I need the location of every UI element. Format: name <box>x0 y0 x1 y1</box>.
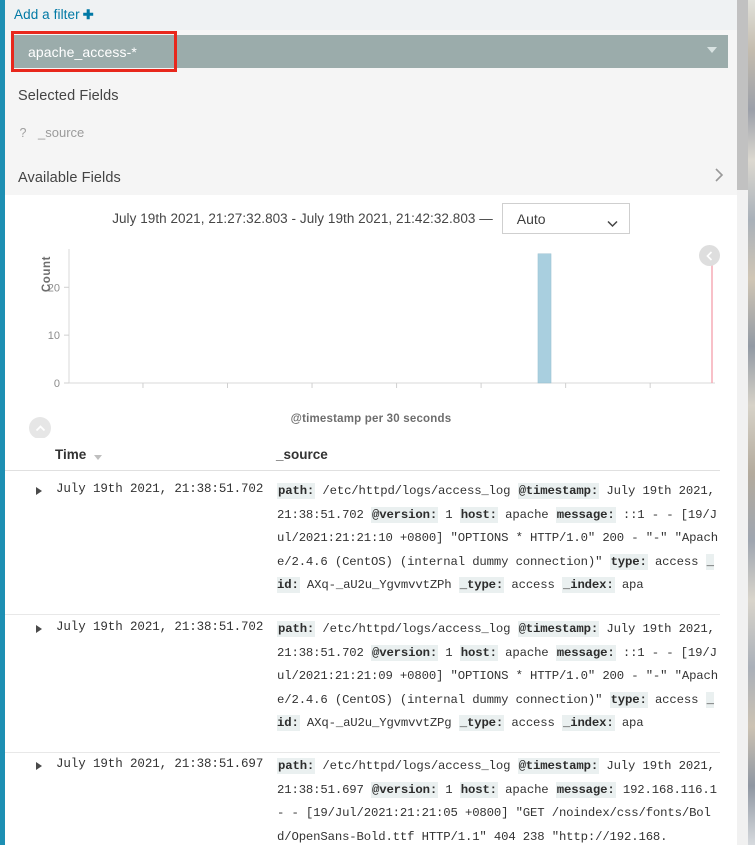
field-key: message: <box>555 644 616 661</box>
field-key: type: <box>609 553 648 570</box>
field-value: /etc/httpd/logs/access_log <box>315 759 518 773</box>
field-value: 1 <box>438 645 460 660</box>
field-value: apache <box>497 507 556 522</box>
chevron-down-icon <box>607 215 618 228</box>
sort-desc-icon[interactable] <box>94 455 102 460</box>
svg-text:21:31:00: 21:31:00 <box>206 392 249 393</box>
chart-header: July 19th 2021, 21:27:32.803 - July 19th… <box>5 203 737 234</box>
field-value: access <box>504 716 562 730</box>
svg-text:10: 10 <box>48 330 60 342</box>
documents-table: Time _source July 19th 2021, 21:38:51.70… <box>5 438 737 845</box>
available-fields-heading: Available Fields <box>18 170 121 186</box>
add-filter-link[interactable]: Add a filter ✚ <box>14 7 94 23</box>
time-range-label: July 19th 2021, 21:27:32.803 - July 19th… <box>112 211 493 226</box>
chevron-up-circle-icon[interactable] <box>29 417 51 439</box>
field-value: AXq-_aU2u_YgvmvvtZPg <box>299 716 459 730</box>
field-key: host: <box>459 506 498 523</box>
expand-row-icon[interactable] <box>36 487 42 495</box>
field-key: host: <box>459 644 498 661</box>
expand-row-icon[interactable] <box>36 762 42 770</box>
field-key: host: <box>459 781 498 798</box>
expand-row-icon[interactable] <box>36 625 42 633</box>
svg-text:0: 0 <box>54 378 60 390</box>
chevron-left-circle-icon[interactable] <box>699 245 720 266</box>
cell-source: path: /etc/httpd/logs/access_log @timest… <box>277 618 719 736</box>
column-header-time[interactable]: Time <box>55 447 86 462</box>
vertical-scrollbar-thumb[interactable] <box>737 0 748 190</box>
field-value: 1 <box>438 507 460 522</box>
field-value: apa <box>614 578 644 592</box>
chevron-down-icon <box>707 47 717 53</box>
field-key: @timestamp: <box>517 483 600 499</box>
cell-source: path: /etc/httpd/logs/access_log @timest… <box>277 755 719 845</box>
field-key: @version: <box>370 644 439 661</box>
field-key: _type: <box>458 577 505 593</box>
table-row[interactable]: July 19th 2021, 21:38:51.702 path: /etc/h… <box>5 616 720 753</box>
histogram-plot[interactable]: 0102021:29:0021:31:0021:33:0021:35:0021:… <box>5 243 737 404</box>
cell-source: path: /etc/httpd/logs/access_log @timest… <box>277 480 719 598</box>
desktop-background-edge <box>748 0 755 845</box>
histogram-panel: July 19th 2021, 21:27:32.803 - July 19th… <box>5 195 737 435</box>
table-row[interactable]: July 19th 2021, 21:38:51.702 path: /etc/h… <box>5 478 720 615</box>
field-key: _type: <box>458 715 505 731</box>
cell-time: July 19th 2021, 21:38:51.702 <box>56 620 264 634</box>
field-key: _index: <box>561 577 615 593</box>
filter-bar: Add a filter ✚ <box>5 0 737 30</box>
svg-text:21:33:00: 21:33:00 <box>291 392 334 393</box>
field-value: /etc/httpd/logs/access_log <box>315 484 518 498</box>
field-key: message: <box>555 781 616 798</box>
field-key: _index: <box>561 715 615 731</box>
cell-time: July 19th 2021, 21:38:51.697 <box>56 757 264 771</box>
column-header-source[interactable]: _source <box>276 447 328 462</box>
svg-text:21:41:00: 21:41:00 <box>629 392 672 393</box>
chevron-right-icon[interactable] <box>711 167 727 183</box>
field-value: access <box>647 554 706 569</box>
field-value: /etc/httpd/logs/access_log <box>315 622 518 636</box>
table-row[interactable]: July 19th 2021, 21:38:51.697 path: /etc/h… <box>5 753 720 845</box>
y-axis-label: Count <box>41 255 54 293</box>
field-key: type: <box>609 691 648 708</box>
field-value: apache <box>497 782 556 797</box>
field-value: AXq-_aU2u_YgvmvvtZPh <box>299 578 459 592</box>
field-key: @timestamp: <box>517 758 600 774</box>
field-key: message: <box>555 506 616 523</box>
selected-fields-heading: Selected Fields <box>18 88 119 104</box>
field-key: path: <box>277 483 316 499</box>
cell-time: July 19th 2021, 21:38:51.702 <box>56 482 264 496</box>
field-key: path: <box>277 758 316 774</box>
table-header-row: Time _source <box>5 438 720 471</box>
index-pattern-select[interactable]: apache_access-* <box>14 35 728 68</box>
field-key: path: <box>277 621 316 637</box>
field-value: apache <box>497 645 556 660</box>
svg-text:21:37:00: 21:37:00 <box>460 392 503 393</box>
field-value: access <box>504 578 562 592</box>
field-value: access <box>647 692 706 707</box>
svg-text:21:39:00: 21:39:00 <box>544 392 587 393</box>
svg-text:21:35:00: 21:35:00 <box>375 392 418 393</box>
plus-icon: ✚ <box>82 7 94 22</box>
field-key: @version: <box>370 781 439 798</box>
interval-value: Auto <box>516 210 546 227</box>
discover-sidebar-panel: Add a filter ✚ apache_access-* Selected F… <box>5 0 737 195</box>
interval-select[interactable]: Auto <box>501 203 630 234</box>
unknown-type-icon: ? <box>19 125 27 140</box>
field-value: apa <box>614 716 644 730</box>
field-key: @timestamp: <box>517 621 600 637</box>
svg-text:21:29:00: 21:29:00 <box>122 392 165 393</box>
index-pattern-value: apache_access-* <box>28 43 137 60</box>
field-value: 1 <box>438 782 460 797</box>
sidebar-field-label: _source <box>38 125 85 140</box>
add-filter-label: Add a filter <box>14 7 80 22</box>
sidebar-field-source[interactable]: ? _source <box>18 125 85 140</box>
kibana-discover-screen: Add a filter ✚ apache_access-* Selected F… <box>0 0 755 845</box>
field-key: @version: <box>370 506 439 523</box>
x-axis-label: @timestamp per 30 seconds <box>290 413 452 425</box>
